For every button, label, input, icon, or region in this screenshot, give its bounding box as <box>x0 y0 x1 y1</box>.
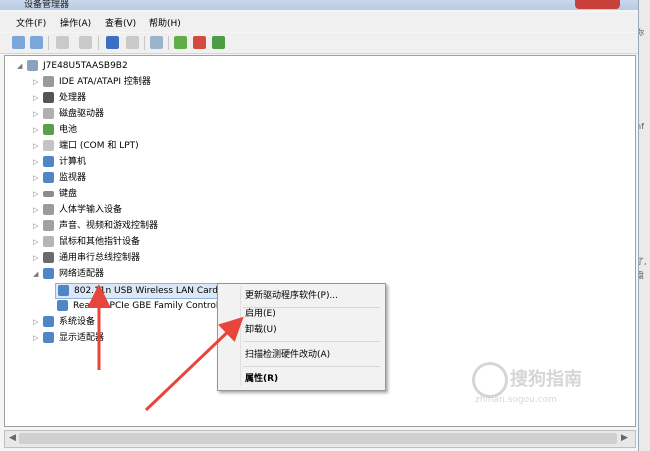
annotation-arrows <box>87 284 244 412</box>
arrow-to-enable <box>144 316 244 412</box>
